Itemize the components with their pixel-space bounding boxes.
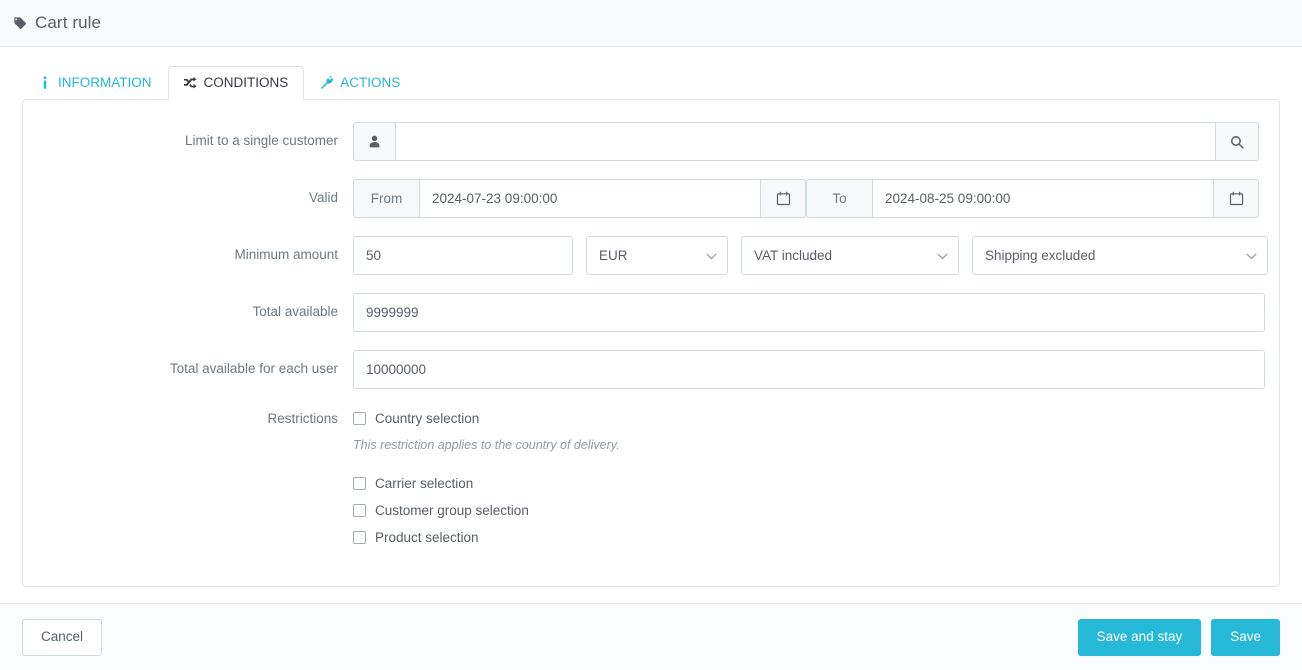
search-input[interactable] [395,122,1216,161]
form-row-total-available-each-user: Total available for each user [23,350,1279,389]
restrictions-list: Country selection This restriction appli… [353,407,620,553]
cancel-button[interactable]: Cancel [22,618,103,656]
currency-select[interactable]: EUR [586,236,728,275]
tax-select-wrap: VAT included [741,236,959,275]
tab-actions-label: ACTIONS [340,75,401,91]
valid-to-group: To [806,179,1259,218]
info-icon [38,76,52,90]
valid-to-label: To [806,179,872,218]
total-available-each-user-label: Total available for each user [169,361,338,376]
form-row-minimum-amount: Minimum amount EUR VAT included [23,236,1279,275]
form-row-restrictions: Restrictions Country selection This rest… [23,407,1279,553]
customer-group-selection-label: Customer group selection [375,502,529,518]
cart-rule-page: Cart rule INFORMATION CONDITIONS ACTIONS… [0,0,1302,670]
tab-information-label: INFORMATION [58,75,152,91]
shipping-select[interactable]: Shipping excluded [972,236,1268,275]
minimum-amount-control: EUR VAT included [353,236,1268,275]
customer-group-selection-checkbox[interactable] [353,503,366,517]
shuffle-icon [183,76,198,90]
total-available-input[interactable] [353,293,1265,332]
valid-from-group: From [353,179,806,218]
customer-label: Limit to a single customer [184,133,338,148]
total-available-each-user-input[interactable] [353,350,1265,389]
total-available-label: Total available [252,304,338,319]
total-available-each-user-control [353,350,1265,389]
valid-from-label: From [353,179,419,218]
country-selection-hint: This restriction applies to the country … [353,438,620,452]
tax-select[interactable]: VAT included [741,236,959,275]
save-button[interactable]: Save [1211,618,1280,656]
minimum-amount-input[interactable] [353,236,573,275]
page-title: Cart rule [35,13,102,32]
tag-icon [13,16,27,30]
user-icon [353,122,395,161]
wrench-icon [320,76,334,90]
minimum-amount-label: Minimum amount [234,247,338,262]
customer-input-group [353,122,1259,161]
calendar-icon-from[interactable] [761,179,806,218]
form-row-total-available: Total available [23,293,1279,332]
restrictions-label: Restrictions [267,411,338,426]
valid-label: Valid [308,190,338,205]
restriction-product-selection[interactable]: Product selection [353,526,620,548]
calendar-icon-to[interactable] [1214,179,1259,218]
carrier-selection-checkbox[interactable] [353,476,366,490]
valid-control: From To [353,179,1259,218]
tab-actions[interactable]: ACTIONS [304,66,416,100]
save-and-stay-button[interactable]: Save and stay [1077,618,1202,656]
country-selection-label: Country selection [375,410,480,426]
form-row-customer: Limit to a single customer [23,122,1279,161]
search-icon[interactable] [1216,122,1259,161]
tab-conditions-label: CONDITIONS [203,75,289,91]
restriction-carrier-selection[interactable]: Carrier selection [353,472,620,494]
country-selection-checkbox[interactable] [353,411,366,425]
form-row-valid: Valid From To [23,179,1279,218]
product-selection-checkbox[interactable] [353,530,366,544]
tabs-bar: INFORMATION CONDITIONS ACTIONS [0,47,1302,100]
valid-from-input[interactable] [419,179,761,218]
restrictions-control: Country selection This restriction appli… [353,407,1259,553]
customer-control [353,122,1259,161]
tab-information[interactable]: INFORMATION [22,66,168,100]
tab-conditions[interactable]: CONDITIONS [167,66,305,100]
shipping-select-wrap: Shipping excluded [972,236,1268,275]
carrier-selection-label: Carrier selection [375,475,474,491]
total-available-control [353,293,1265,332]
page-header: Cart rule [0,0,1302,47]
tab-list: INFORMATION CONDITIONS ACTIONS [22,57,1280,100]
conditions-panel: Limit to a single customer Valid From 20… [22,99,1280,587]
form-footer: Cancel Save and stay Save [0,603,1302,670]
restriction-customer-group-selection[interactable]: Customer group selection [353,499,620,521]
currency-select-wrap: EUR [586,236,728,275]
product-selection-label: Product selection [375,529,479,545]
restriction-country-selection[interactable]: Country selection [353,407,620,429]
valid-to-input[interactable] [872,179,1214,218]
footer-actions: Save and stay Save [1077,618,1280,656]
